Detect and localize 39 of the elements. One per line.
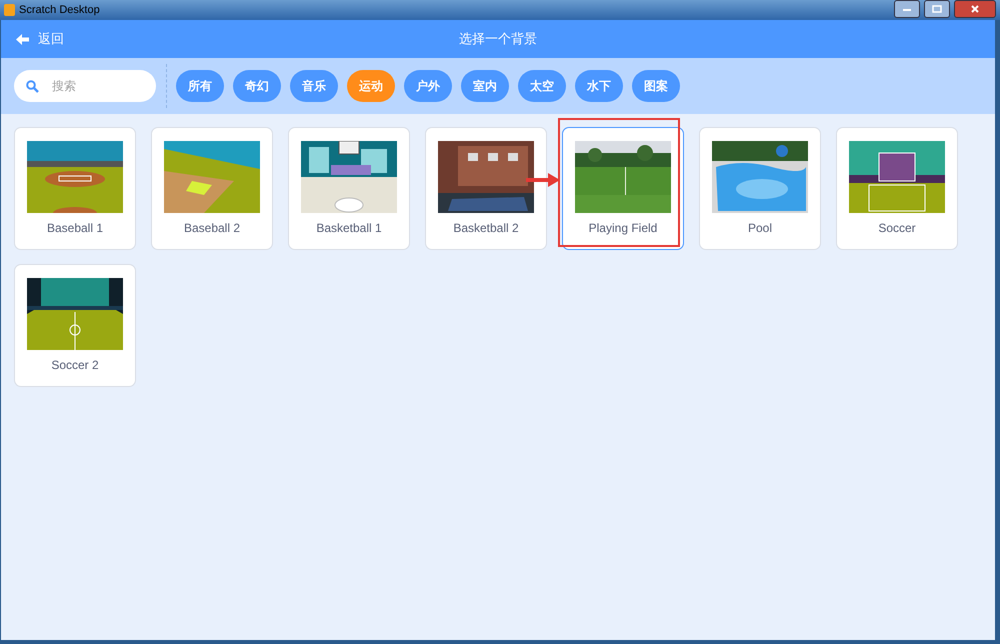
- category-tag[interactable]: 奇幻: [233, 70, 281, 102]
- backdrop-name: Baseball 2: [184, 221, 240, 235]
- backdrop-name: Soccer: [878, 221, 916, 235]
- backdrop-name: Basketball 1: [316, 221, 382, 235]
- category-tag[interactable]: 运动: [347, 70, 395, 102]
- backdrop-card[interactable]: Baseball 2: [151, 127, 273, 250]
- maximize-icon: [932, 5, 942, 13]
- backdrop-name: Playing Field: [588, 221, 658, 235]
- backdrop-card[interactable]: Baseball 1: [14, 127, 136, 250]
- close-button[interactable]: [954, 0, 996, 18]
- category-tag[interactable]: 太空: [518, 70, 566, 102]
- search-field[interactable]: 搜索: [14, 70, 156, 102]
- backdrop-card[interactable]: Soccer 2: [14, 264, 136, 387]
- category-tag[interactable]: 音乐: [290, 70, 338, 102]
- minimize-button[interactable]: [894, 0, 920, 18]
- close-icon: [970, 4, 980, 14]
- backdrop-name: Baseball 1: [46, 221, 104, 235]
- dialog-title: 选择一个背景: [459, 31, 537, 48]
- category-tag[interactable]: 图案: [632, 70, 680, 102]
- backdrop-card[interactable]: Soccer: [836, 127, 958, 250]
- app-icon: [4, 4, 15, 16]
- maximize-button[interactable]: [924, 0, 950, 18]
- back-button[interactable]: 返回: [15, 30, 64, 48]
- category-tag[interactable]: 室内: [461, 70, 509, 102]
- category-tag[interactable]: 户外: [404, 70, 452, 102]
- backdrop-card[interactable]: Basketball 1: [288, 127, 410, 250]
- backdrop-name: Pool: [748, 221, 772, 235]
- window-title: Scratch Desktop: [19, 4, 100, 16]
- backdrop-card[interactable]: Pool: [699, 127, 821, 250]
- backdrop-card[interactable]: Playing Field: [562, 127, 684, 250]
- backdrop-name: Basketball 2: [453, 221, 519, 235]
- backdrop-name: Soccer 2: [51, 358, 99, 372]
- arrow-icon: [526, 173, 560, 187]
- back-arrow-icon: [15, 32, 30, 46]
- minimize-icon: [902, 6, 912, 12]
- category-tag[interactable]: 所有: [176, 70, 224, 102]
- category-tag[interactable]: 水下: [575, 70, 623, 102]
- search-icon: [26, 80, 39, 93]
- backdrop-card[interactable]: Basketball 2: [425, 127, 547, 250]
